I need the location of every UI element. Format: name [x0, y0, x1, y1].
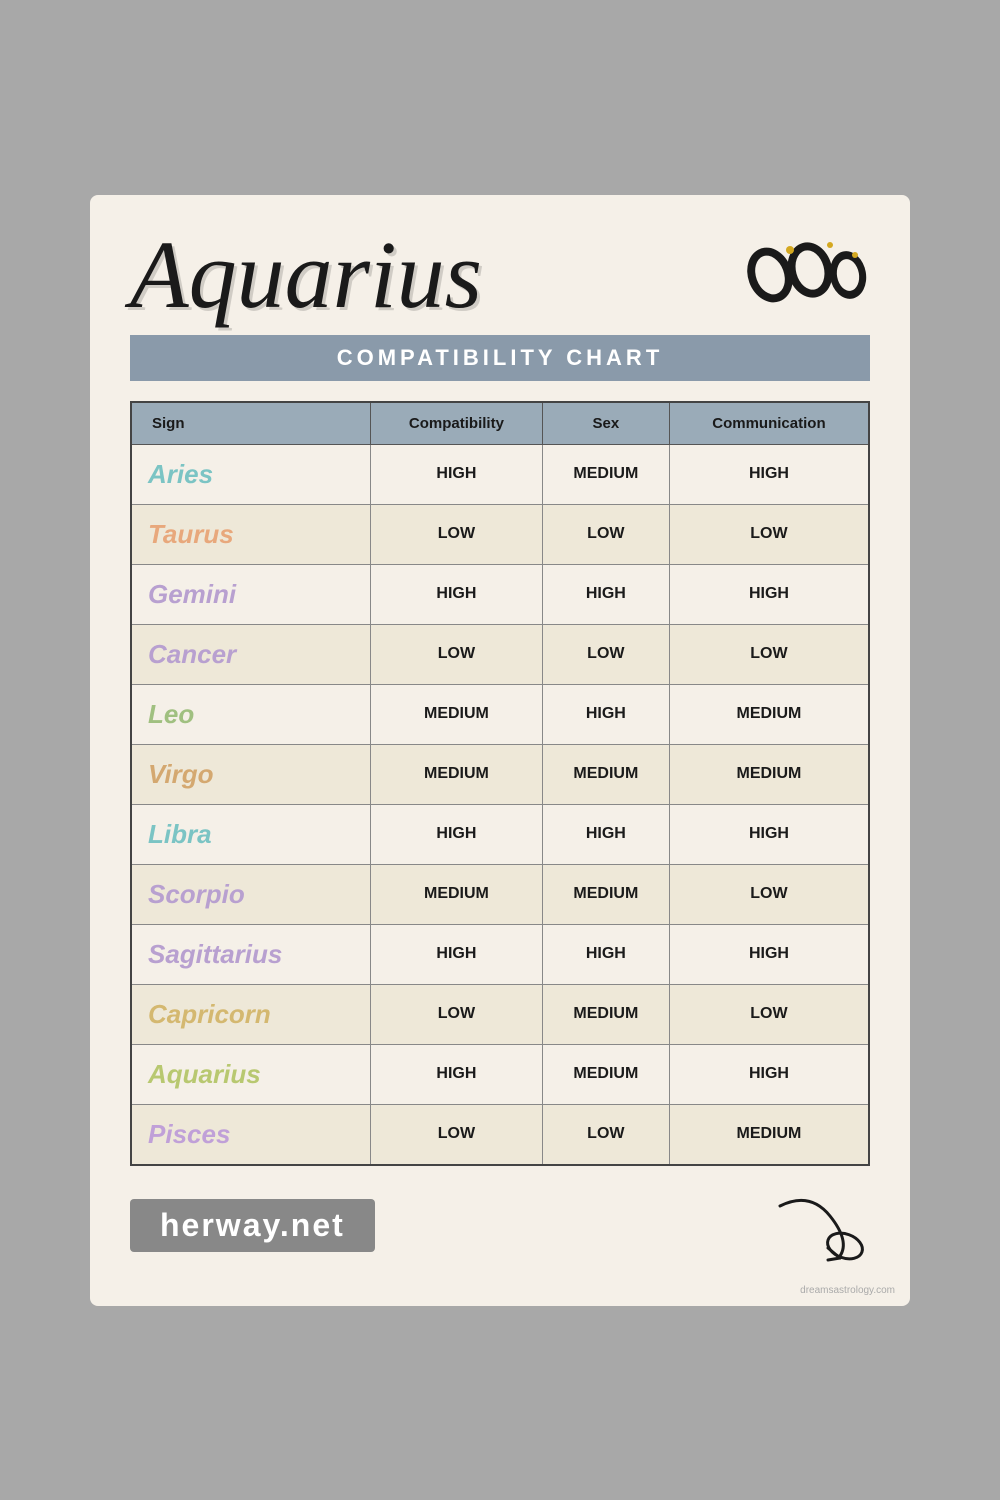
- sign-cell: Taurus: [131, 504, 371, 564]
- table-row: CancerLOWLOWLOW: [131, 624, 869, 684]
- footer: herway.net: [130, 1186, 870, 1266]
- sex-cell: LOW: [542, 1104, 669, 1165]
- compatibility-cell: HIGH: [371, 924, 543, 984]
- sex-cell: MEDIUM: [542, 984, 669, 1044]
- sex-cell: MEDIUM: [542, 444, 669, 504]
- communication-cell: HIGH: [669, 804, 869, 864]
- communication-cell: LOW: [669, 504, 869, 564]
- compatibility-cell: HIGH: [371, 1044, 543, 1104]
- table-header-row: Sign Compatibility Sex Communication: [131, 402, 869, 445]
- communication-cell: HIGH: [669, 1044, 869, 1104]
- sex-cell: MEDIUM: [542, 864, 669, 924]
- sign-cell: Libra: [131, 804, 371, 864]
- watermark: dreamsastrology.com: [800, 1285, 895, 1296]
- table-row: GeminiHIGHHIGHHIGH: [131, 564, 869, 624]
- doodle-icon: [770, 1186, 870, 1266]
- sex-cell: HIGH: [542, 684, 669, 744]
- communication-cell: MEDIUM: [669, 684, 869, 744]
- sign-cell: Scorpio: [131, 864, 371, 924]
- table-row: AriesHIGHMEDIUMHIGH: [131, 444, 869, 504]
- communication-cell: MEDIUM: [669, 744, 869, 804]
- communication-cell: MEDIUM: [669, 1104, 869, 1165]
- sign-cell: Virgo: [131, 744, 371, 804]
- col-compatibility: Compatibility: [371, 402, 543, 445]
- sex-cell: HIGH: [542, 564, 669, 624]
- subtitle-bar: COMPATIBILITY CHART: [130, 335, 870, 381]
- sign-cell: Aries: [131, 444, 371, 504]
- compatibility-cell: LOW: [371, 1104, 543, 1165]
- sign-cell: Pisces: [131, 1104, 371, 1165]
- compatibility-cell: LOW: [371, 984, 543, 1044]
- col-sex: Sex: [542, 402, 669, 445]
- table-row: TaurusLOWLOWLOW: [131, 504, 869, 564]
- sex-cell: HIGH: [542, 924, 669, 984]
- communication-cell: LOW: [669, 984, 869, 1044]
- table-row: PiscesLOWLOWMEDIUM: [131, 1104, 869, 1165]
- sign-cell: Aquarius: [131, 1044, 371, 1104]
- communication-cell: HIGH: [669, 564, 869, 624]
- sex-cell: LOW: [542, 624, 669, 684]
- compatibility-cell: HIGH: [371, 564, 543, 624]
- table-row: AquariusHIGHMEDIUMHIGH: [131, 1044, 869, 1104]
- sign-cell: Cancer: [131, 624, 371, 684]
- col-sign: Sign: [131, 402, 371, 445]
- sex-cell: MEDIUM: [542, 744, 669, 804]
- sex-cell: MEDIUM: [542, 1044, 669, 1104]
- aquarius-symbol-icon: [740, 225, 870, 325]
- communication-cell: HIGH: [669, 444, 869, 504]
- compatibility-cell: MEDIUM: [371, 864, 543, 924]
- sex-cell: HIGH: [542, 804, 669, 864]
- col-communication: Communication: [669, 402, 869, 445]
- card: Aquarius: [90, 195, 910, 1306]
- table-row: VirgoMEDIUMMEDIUMMEDIUM: [131, 744, 869, 804]
- table-row: SagittariusHIGHHIGHHIGH: [131, 924, 869, 984]
- communication-cell: LOW: [669, 864, 869, 924]
- sign-cell: Sagittarius: [131, 924, 371, 984]
- table-row: CapricornLOWMEDIUMLOW: [131, 984, 869, 1044]
- header: Aquarius: [130, 225, 870, 325]
- table-row: LibraHIGHHIGHHIGH: [131, 804, 869, 864]
- sign-cell: Capricorn: [131, 984, 371, 1044]
- table-row: LeoMEDIUMHIGHMEDIUM: [131, 684, 869, 744]
- table-row: ScorpioMEDIUMMEDIUMLOW: [131, 864, 869, 924]
- compatibility-table: Sign Compatibility Sex Communication Ari…: [130, 401, 870, 1166]
- communication-cell: HIGH: [669, 924, 869, 984]
- compatibility-cell: HIGH: [371, 444, 543, 504]
- sex-cell: LOW: [542, 504, 669, 564]
- sign-cell: Leo: [131, 684, 371, 744]
- communication-cell: LOW: [669, 624, 869, 684]
- compatibility-cell: LOW: [371, 624, 543, 684]
- compatibility-cell: LOW: [371, 504, 543, 564]
- page-title: Aquarius: [130, 227, 482, 323]
- compatibility-cell: HIGH: [371, 804, 543, 864]
- compatibility-cell: MEDIUM: [371, 744, 543, 804]
- compatibility-cell: MEDIUM: [371, 684, 543, 744]
- brand-label: herway.net: [130, 1199, 375, 1252]
- sign-cell: Gemini: [131, 564, 371, 624]
